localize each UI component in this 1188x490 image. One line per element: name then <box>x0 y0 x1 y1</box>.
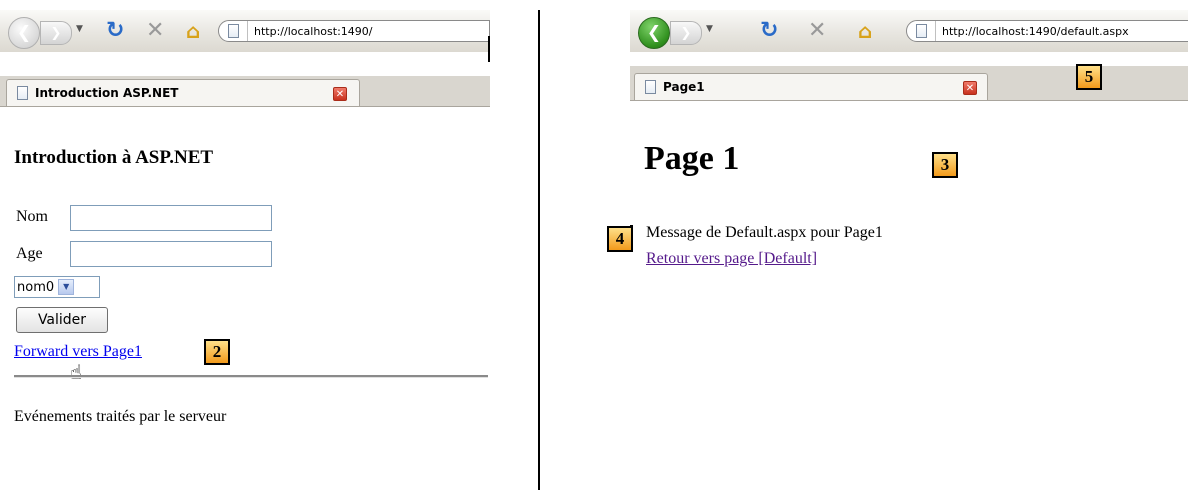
age-label: Age <box>16 245 43 262</box>
tab-page1[interactable]: Page1 ✕ <box>634 73 988 100</box>
url-text[interactable]: http://localhost:1490/default.aspx <box>935 21 1129 41</box>
nom-input[interactable] <box>70 205 272 231</box>
stop-icon[interactable]: ✕ <box>146 20 164 42</box>
chevron-down-icon: ▼ <box>58 279 75 295</box>
page-icon <box>228 24 239 38</box>
browser-window-right: ❮ ❯ ▼ ↻ ✕ ⌂ http://localhost:1490/defaul… <box>630 0 1188 490</box>
tab-introduction[interactable]: Introduction ASP.NET ✕ <box>6 79 360 106</box>
age-input[interactable] <box>70 241 272 267</box>
history-dropdown-icon[interactable]: ▼ <box>706 24 713 34</box>
address-bar[interactable]: http://localhost:1490/default.aspx <box>906 20 1188 42</box>
back-button[interactable]: ❮ <box>8 17 40 49</box>
reload-icon[interactable]: ↻ <box>760 20 778 42</box>
browser-window-left: ❮ ❯ ▼ ↻ ✕ ⌂ http://localhost:1490/ Intro… <box>0 0 490 490</box>
page-icon <box>17 86 28 100</box>
tab-title: Introduction ASP.NET <box>35 86 179 100</box>
history-dropdown-icon[interactable]: ▼ <box>76 24 83 34</box>
valider-button[interactable]: Valider <box>16 307 108 333</box>
home-icon[interactable]: ⌂ <box>186 20 200 42</box>
return-link[interactable]: Retour vers page [Default] <box>646 250 817 268</box>
message-text: Message de Default.aspx pour Page1 <box>646 224 883 241</box>
back-arrow-icon: ❮ <box>646 23 662 43</box>
hand-cursor-icon: ☝ <box>70 360 83 384</box>
page-heading: Introduction à ASP.NET <box>14 147 214 168</box>
stop-icon[interactable]: ✕ <box>808 20 826 42</box>
events-text: Evénements traités par le serveur <box>14 408 227 425</box>
tab-strip: Page1 ✕ <box>630 66 1188 101</box>
callout-4: 4 <box>607 226 633 252</box>
home-icon[interactable]: ⌂ <box>858 20 872 42</box>
forward-link[interactable]: Forward vers Page1 <box>14 343 142 361</box>
select-value: nom0 <box>17 279 55 295</box>
callout-5: 5 <box>1076 64 1102 90</box>
address-bar[interactable]: http://localhost:1490/ <box>218 20 490 42</box>
nom-label: Nom <box>16 208 48 225</box>
callout-3: 3 <box>932 152 958 178</box>
callout-1: 1 <box>488 36 490 62</box>
forward-button[interactable]: ❯ <box>40 21 72 45</box>
horizontal-rule <box>14 375 488 378</box>
forward-button[interactable]: ❯ <box>670 21 702 45</box>
back-button[interactable]: ❮ <box>638 17 670 49</box>
forward-arrow-icon: ❯ <box>50 25 62 41</box>
tab-title: Page1 <box>663 80 705 94</box>
reload-icon[interactable]: ↻ <box>106 20 124 42</box>
page-icon <box>645 80 656 94</box>
name-select[interactable]: nom0 ▼ <box>14 276 100 298</box>
close-tab-icon[interactable]: ✕ <box>333 87 347 101</box>
navigation-toolbar: ❮ ❯ ▼ ↻ ✕ ⌂ http://localhost:1490/defaul… <box>630 10 1188 52</box>
page-heading: Page 1 <box>644 140 740 177</box>
page-icon <box>916 24 927 38</box>
back-arrow-icon: ❮ <box>16 23 32 43</box>
callout-2: 2 <box>204 339 230 365</box>
tab-strip: Introduction ASP.NET ✕ <box>0 76 490 107</box>
url-text[interactable]: http://localhost:1490/ <box>247 21 372 41</box>
panel-divider <box>538 10 540 490</box>
close-tab-icon[interactable]: ✕ <box>963 81 977 95</box>
navigation-toolbar: ❮ ❯ ▼ ↻ ✕ ⌂ http://localhost:1490/ <box>0 10 490 52</box>
forward-arrow-icon: ❯ <box>680 25 692 41</box>
